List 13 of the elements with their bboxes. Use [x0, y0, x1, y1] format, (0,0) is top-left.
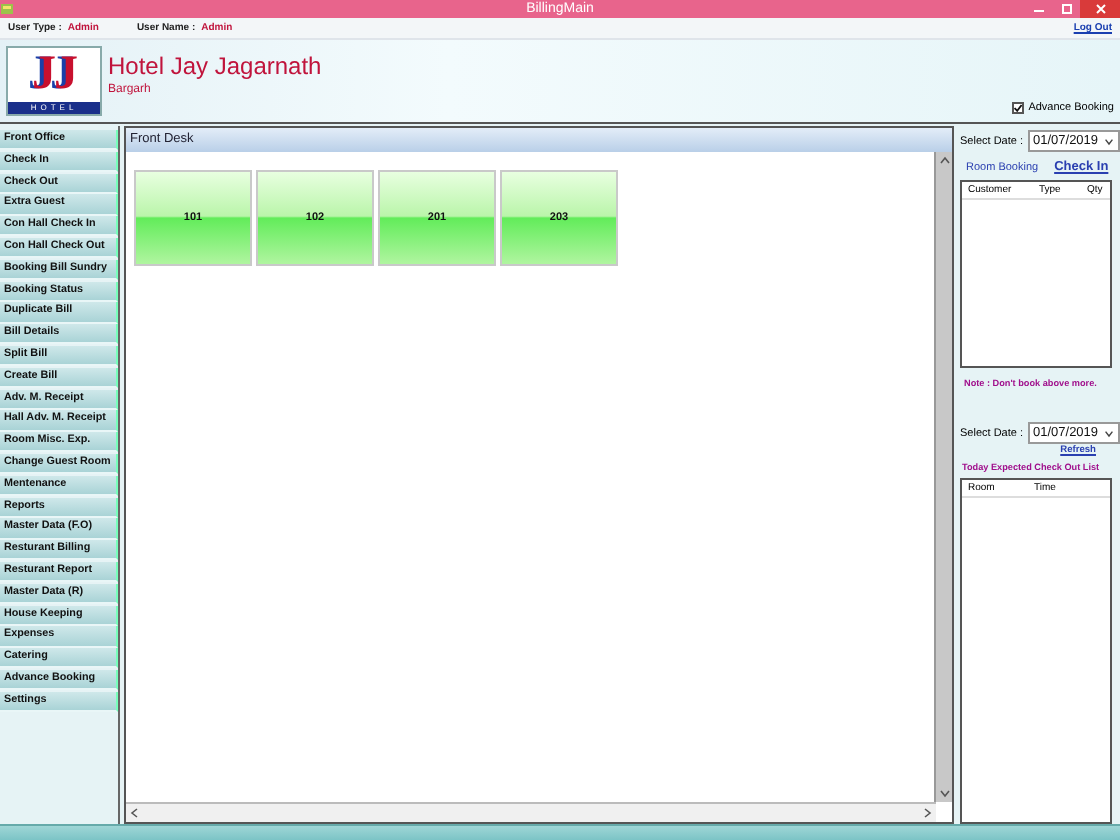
logo-letters: JJ: [32, 48, 76, 100]
horizontal-scrollbar[interactable]: [126, 802, 936, 822]
app-icon: [0, 2, 14, 16]
check-icon: [1014, 104, 1023, 112]
dropdown-icon: [1104, 137, 1115, 145]
close-button[interactable]: [1080, 0, 1120, 18]
hotel-name: Hotel Jay Jagarnath: [108, 52, 322, 80]
checkbox[interactable]: [1012, 102, 1025, 114]
dropdown-icon: [1104, 429, 1115, 437]
vertical-scrollbar[interactable]: [934, 152, 952, 802]
close-icon: [1095, 4, 1105, 14]
minimize-icon: [1033, 4, 1043, 14]
maximize-icon: [1061, 4, 1071, 14]
